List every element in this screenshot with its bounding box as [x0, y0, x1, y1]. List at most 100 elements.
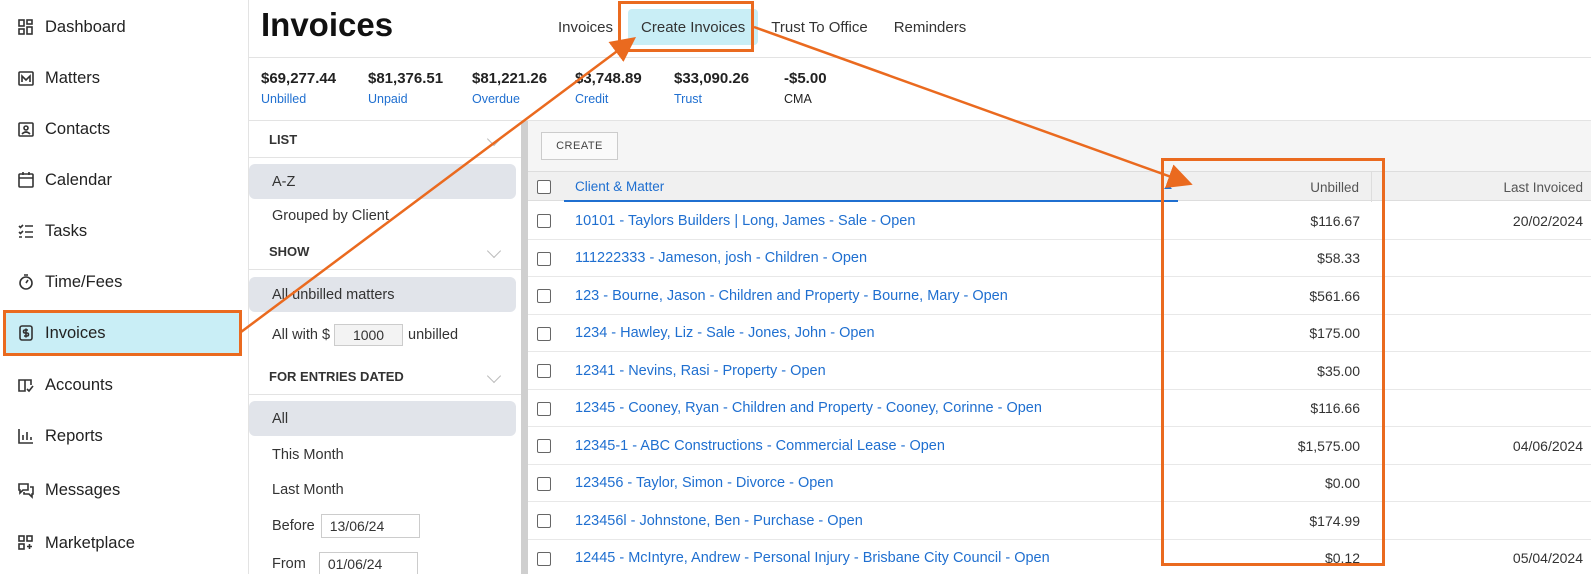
- list-section-header[interactable]: LIST: [249, 122, 521, 158]
- show-section-header[interactable]: SHOW: [249, 234, 521, 270]
- cell-client-matter[interactable]: 12341 - Nevins, Rasi - Property - Open: [575, 352, 826, 389]
- row-checkbox[interactable]: [537, 514, 551, 528]
- list-option-a-z[interactable]: A-Z: [249, 164, 516, 199]
- tab-trust-to-office[interactable]: Trust To Office: [758, 9, 880, 45]
- table-row[interactable]: 111222333 - Jameson, josh - Children - O…: [528, 240, 1591, 277]
- cell-unbilled: $0.00: [1324, 475, 1360, 491]
- dated-option-last-month[interactable]: Last Month: [249, 472, 516, 507]
- cell-client-matter[interactable]: 12445 - McIntyre, Andrew - Personal Inju…: [575, 540, 1050, 574]
- sidebar-item-accounts[interactable]: Accounts: [0, 363, 249, 407]
- sidebar-item-contacts[interactable]: Contacts: [0, 107, 249, 151]
- row-checkbox[interactable]: [537, 476, 551, 491]
- section-title: FOR ENTRIES DATED: [269, 369, 404, 384]
- row-checkbox[interactable]: [537, 326, 551, 341]
- sidebar-item-messages[interactable]: Messages: [0, 468, 249, 512]
- chevron-down-icon: [486, 243, 502, 259]
- table-row[interactable]: 1234 - Hawley, Liz - Sale - Jones, John …: [528, 315, 1591, 352]
- summary-overdue[interactable]: $81,221.26 Overdue: [472, 70, 547, 106]
- row-checkbox[interactable]: [537, 251, 551, 266]
- column-label: Client & Matter: [575, 178, 665, 194]
- sidebar-item-tasks[interactable]: Tasks: [0, 209, 249, 253]
- cell-unbilled: $1,575.00: [1297, 437, 1360, 454]
- sidebar-item-dashboard[interactable]: Dashboard: [0, 5, 249, 49]
- sidebar-item-reports[interactable]: Reports: [0, 414, 249, 458]
- cell-last-invoiced: [1372, 502, 1591, 539]
- dated-option-from[interactable]: From 01/06/24: [249, 546, 516, 574]
- section-title: SHOW: [269, 244, 310, 259]
- table-row[interactable]: 12345-1 - ABC Constructions - Commercial…: [528, 427, 1591, 465]
- contacts-icon: [16, 119, 36, 139]
- summary-credit[interactable]: $3,748.89 Credit: [575, 70, 642, 106]
- show-option-all-with-amount[interactable]: All with $ 1000 unbilled: [249, 317, 516, 352]
- summary-label: Trust: [674, 92, 703, 106]
- cell-client-matter[interactable]: 12345 - Cooney, Ryan - Children and Prop…: [575, 390, 1042, 427]
- cell-client-matter[interactable]: 111222333 - Jameson, josh - Children - O…: [575, 240, 867, 277]
- sidebar-item-time-fees[interactable]: Time/Fees: [0, 260, 249, 304]
- column-header-unbilled[interactable]: Unbilled: [1178, 172, 1372, 202]
- summary-unbilled[interactable]: $69,277.44 Unbilled: [261, 70, 336, 106]
- sidebar-item-label: Dashboard: [45, 17, 126, 36]
- messages-icon: [16, 480, 36, 500]
- sidebar-item-label: Accounts: [45, 375, 113, 394]
- create-button[interactable]: CREATE: [541, 132, 618, 160]
- row-checkbox[interactable]: [537, 289, 551, 303]
- sidebar-item-label: Time/Fees: [45, 272, 123, 291]
- summary-unpaid[interactable]: $81,376.51 Unpaid: [368, 70, 443, 106]
- cell-unbilled: $175.00: [1309, 325, 1360, 341]
- sidebar-item-marketplace[interactable]: Marketplace: [0, 521, 249, 565]
- sidebar-item-matters[interactable]: Matters: [0, 56, 249, 100]
- from-date-input[interactable]: 01/06/24: [318, 551, 418, 574]
- list-option-grouped-by-client[interactable]: Grouped by Client: [249, 198, 516, 233]
- cell-client-matter[interactable]: 123456 - Taylor, Simon - Divorce - Open: [575, 465, 833, 502]
- table-row[interactable]: 12341 - Nevins, Rasi - Property - Open $3…: [528, 352, 1591, 390]
- dated-section-header[interactable]: FOR ENTRIES DATED: [249, 359, 521, 395]
- show-option-all-unbilled[interactable]: All unbilled matters: [249, 277, 516, 312]
- page-title: Invoices: [261, 6, 394, 43]
- table-row[interactable]: 10101 - Taylors Builders | Long, James -…: [528, 202, 1591, 240]
- cell-client-matter[interactable]: 123 - Bourne, Jason - Children and Prope…: [575, 277, 1008, 314]
- cell-client-matter[interactable]: 123456l - Johnstone, Ben - Purchase - Op…: [575, 502, 863, 539]
- row-checkbox[interactable]: [537, 214, 551, 228]
- table-row[interactable]: 12445 - McIntyre, Andrew - Personal Inju…: [528, 540, 1591, 574]
- dated-option-all[interactable]: All: [249, 401, 516, 436]
- select-all-checkbox[interactable]: [537, 180, 551, 194]
- tab-invoices[interactable]: Invoices: [545, 9, 626, 45]
- cell-client-matter[interactable]: 10101 - Taylors Builders | Long, James -…: [575, 202, 915, 239]
- tab-reminders[interactable]: Reminders: [881, 9, 980, 45]
- sidebar-item-label: Invoices: [45, 323, 106, 342]
- sidebar-item-invoices[interactable]: Invoices: [3, 310, 242, 356]
- unbilled-amount-input[interactable]: 1000: [334, 323, 404, 346]
- bar-chart-icon: [16, 426, 36, 446]
- dated-option-this-month[interactable]: This Month: [249, 437, 516, 472]
- calendar-icon: [16, 170, 36, 190]
- row-checkbox[interactable]: [537, 364, 551, 378]
- dated-option-before[interactable]: Before 13/06/24: [249, 508, 516, 543]
- table-row[interactable]: 12345 - Cooney, Ryan - Children and Prop…: [528, 390, 1591, 427]
- tab-create-invoices[interactable]: Create Invoices: [628, 9, 759, 45]
- cell-client-matter[interactable]: 12345-1 - ABC Constructions - Commercial…: [575, 427, 945, 464]
- sidebar-item-label: Reports: [45, 426, 103, 445]
- before-date-input[interactable]: 13/06/24: [320, 513, 420, 538]
- option-prefix: All with $: [272, 326, 331, 343]
- row-checkbox[interactable]: [537, 439, 551, 453]
- cell-client-matter[interactable]: 1234 - Hawley, Liz - Sale - Jones, John …: [575, 315, 875, 352]
- main-panel: CREATE Client & Matter Unbilled Last Inv…: [528, 121, 1591, 574]
- column-header-client-matter[interactable]: Client & Matter: [564, 172, 1178, 202]
- summary-label: Overdue: [472, 92, 520, 106]
- section-title: LIST: [269, 132, 298, 147]
- sidebar-item-label: Contacts: [45, 119, 111, 138]
- sidebar-item-calendar[interactable]: Calendar: [0, 158, 249, 202]
- panel-splitter[interactable]: [521, 121, 528, 574]
- cell-last-invoiced: 05/04/2024: [1512, 550, 1583, 566]
- summary-value: $33,090.26: [674, 70, 750, 87]
- stopwatch-icon: [16, 272, 36, 292]
- summary-trust[interactable]: $33,090.26 Trust: [674, 70, 749, 106]
- table-row[interactable]: 123 - Bourne, Jason - Children and Prope…: [528, 277, 1591, 315]
- summary-label: Unbilled: [261, 92, 307, 106]
- row-checkbox[interactable]: [537, 551, 551, 566]
- cell-last-invoiced: [1372, 315, 1591, 352]
- column-header-last-invoiced[interactable]: Last Invoiced: [1372, 172, 1591, 202]
- row-checkbox[interactable]: [537, 401, 551, 416]
- table-row[interactable]: 123456 - Taylor, Simon - Divorce - Open $…: [528, 465, 1591, 502]
- table-row[interactable]: 123456l - Johnstone, Ben - Purchase - Op…: [528, 502, 1591, 540]
